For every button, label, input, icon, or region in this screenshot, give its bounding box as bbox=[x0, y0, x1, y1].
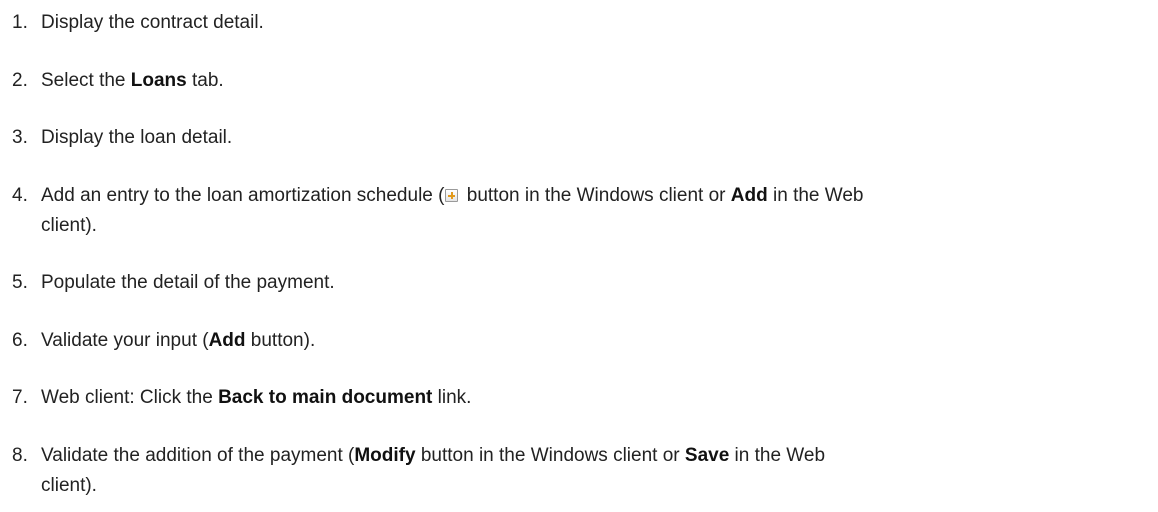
add-button-name: Add bbox=[730, 185, 768, 206]
step-text: Select the Loans tab. bbox=[41, 66, 1151, 96]
step-text-segment: Validate your input ( bbox=[41, 330, 209, 351]
step-text-segment: Display the contract detail. bbox=[41, 12, 264, 33]
step-text-segment: tab. bbox=[186, 70, 224, 91]
add-button-name: Add bbox=[208, 330, 246, 351]
step-text-segment: button). bbox=[245, 330, 316, 351]
step-text: Validate the addition of the payment (Mo… bbox=[41, 441, 1151, 501]
step-text-segment: client). bbox=[41, 215, 97, 236]
modify-button-name: Modify bbox=[354, 445, 416, 466]
step-text: Add an entry to the loan amortization sc… bbox=[41, 181, 1151, 241]
step-text-segment: Select the bbox=[41, 70, 131, 91]
step-number: 2. bbox=[12, 70, 28, 91]
step-number: 5. bbox=[12, 272, 28, 293]
add-entry-icon bbox=[445, 189, 459, 202]
step-text-segment: in the Web bbox=[729, 445, 826, 466]
step-text-segment: button in the Windows client or bbox=[461, 185, 731, 206]
step-text-segment: client). bbox=[41, 475, 97, 496]
step-text-segment: in the Web bbox=[767, 185, 864, 206]
step-number: 6. bbox=[12, 330, 28, 351]
step-text: Populate the detail of the payment. bbox=[41, 268, 1151, 298]
step-text-segment: Display the loan detail. bbox=[41, 127, 233, 148]
step-number: 4. bbox=[12, 185, 28, 206]
step-text-segment: link. bbox=[432, 387, 472, 408]
step-number: 1. bbox=[12, 12, 28, 33]
step-text: Display the contract detail. bbox=[41, 8, 1151, 38]
back-to-main-document-link-name: Back to main document bbox=[218, 387, 433, 408]
save-button-name: Save bbox=[684, 445, 730, 466]
step-text-segment: Web client: Click the bbox=[41, 387, 219, 408]
step-number: 8. bbox=[12, 445, 28, 466]
step-text-segment: button in the Windows client or bbox=[415, 445, 685, 466]
step-text-segment: Validate the addition of the payment ( bbox=[41, 445, 355, 466]
step-text: Validate your input (Add button). bbox=[41, 326, 1151, 356]
step-text-segment: Populate the detail of the payment. bbox=[41, 272, 335, 293]
step-number: 3. bbox=[12, 127, 28, 148]
step-text: Web client: Click the Back to main docum… bbox=[41, 383, 1151, 413]
step-number: 7. bbox=[12, 387, 28, 408]
loans-tab-name: Loans bbox=[130, 70, 187, 91]
step-text-segment: Add an entry to the loan amortization sc… bbox=[41, 185, 445, 206]
step-text: Display the loan detail. bbox=[41, 123, 1151, 153]
